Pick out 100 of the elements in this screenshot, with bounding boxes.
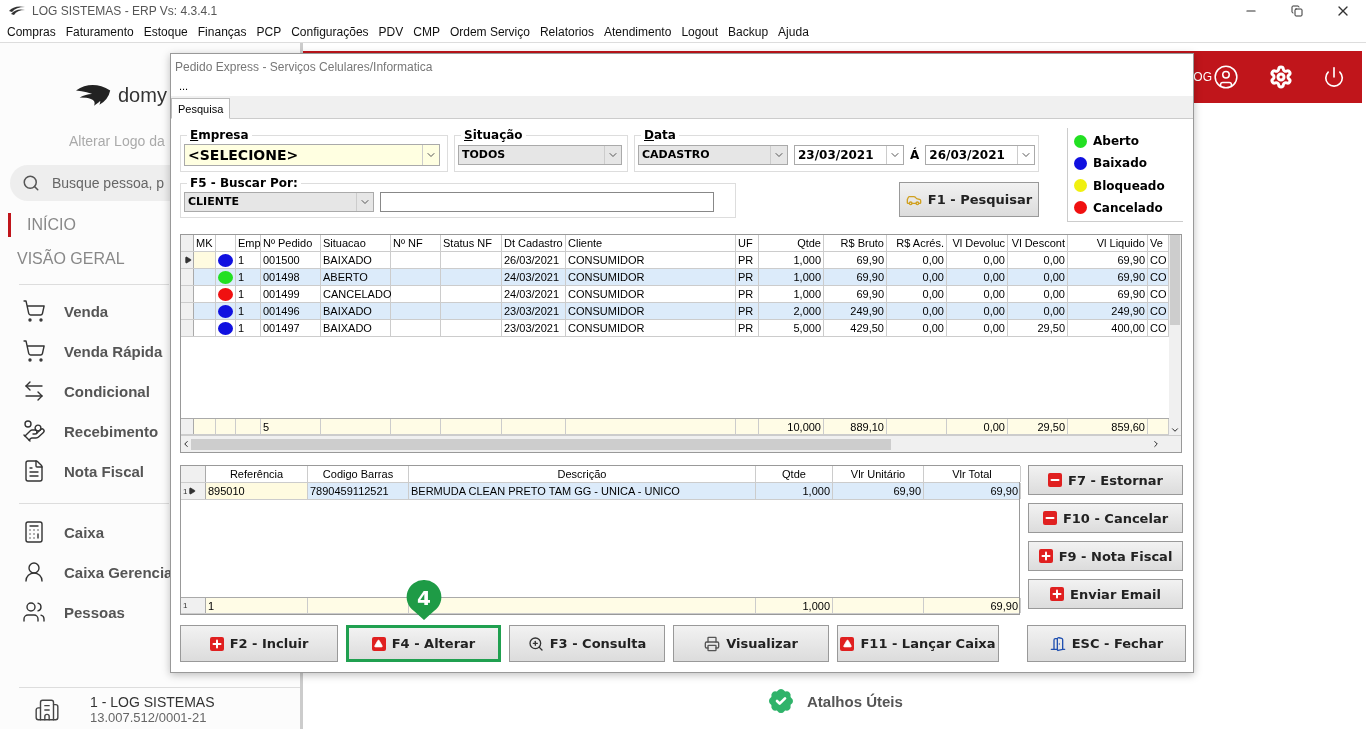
nav-item[interactable]: VISÃO GERAL [8,242,125,276]
menu-item[interactable]: Relatorios [534,25,599,39]
total-cell: 5 [261,419,321,434]
menu-item[interactable]: CMP [408,25,445,39]
table-row[interactable]: 1 001499 CANCELADO 24/03/2021 CONSUMIDOR PR 1,000 69,90 0,00 0,00 0,00 69,90 CO [181,286,1169,303]
user-icon [22,560,46,584]
table-cell: ABERTO [321,269,391,285]
menu-entry[interactable]: Venda [0,291,109,331]
menu-entry[interactable]: Venda Rápida [0,331,163,371]
user-name: OG [1193,70,1212,84]
search-button[interactable]: F1 - Pesquisar [899,182,1039,217]
column-header[interactable]: Cliente [566,235,736,251]
action-button[interactable]: F4 - Alterar [346,625,501,662]
scroll-down-icon[interactable] [1170,425,1180,435]
table-cell: 1 [236,252,261,268]
table-cell: PR [736,252,759,268]
menu-item[interactable]: Atendimento [599,25,677,39]
table-cell: 400,00 [1068,320,1148,336]
menu-item[interactable]: Compras [2,25,61,39]
menu-entry[interactable]: Pessoas [0,592,125,632]
action-button[interactable]: F9 - Nota Fiscal [1028,541,1183,571]
cart-icon [22,299,46,323]
menu-entry[interactable]: Condicional [0,371,150,411]
dropdown[interactable]: CADASTRO [638,144,788,165]
dropdown[interactable]: CLIENTE [184,191,374,212]
row-selector[interactable] [181,252,194,268]
calculator-icon [22,520,46,544]
menu-item[interactable]: Finanças [192,25,252,39]
search-field[interactable]: Busque pessoa, p [10,165,170,201]
action-button[interactable]: F10 - Cancelar [1028,503,1183,533]
column-header[interactable]: Emp [236,235,261,251]
column-header[interactable]: Vl Descont [1008,235,1068,251]
column-header[interactable]: Nº NF [391,235,441,251]
menu-item[interactable]: Faturamento [60,25,139,39]
row-selector[interactable]: 1 [181,483,206,499]
table-cell: 69,90 [824,269,887,285]
menu-item[interactable]: Configurações [286,25,374,39]
dropdown[interactable]: TODOS [458,144,622,165]
menu-item[interactable]: PDV [373,25,409,39]
total-cell: 859,60 [1068,419,1148,434]
logo-text: domy [118,83,167,107]
table-cell: 0,00 [947,269,1008,285]
action-button[interactable]: F7 - Estornar [1028,465,1183,495]
menu-entry[interactable]: Caixa [0,512,105,552]
column-header[interactable]: Situacao [321,235,391,251]
table-cell: 1,000 [756,483,833,499]
column-header[interactable]: Nº Pedido [261,235,321,251]
menu-entry[interactable]: Recebimento [0,411,159,451]
menu-item[interactable]: Ordem Serviço [444,25,535,39]
action-button[interactable]: F11 - Lançar Caixa [837,625,999,662]
table-cell: 0,00 [947,286,1008,302]
action-button[interactable]: F2 - Incluir [180,625,338,662]
table-cell: BAIXADO [321,303,391,319]
table-cell: BAIXADO [321,320,391,336]
menu-item[interactable]: ... [179,80,189,96]
window-title: LOG SISTEMAS - ERP Vs: 4.3.4.1 [32,4,218,18]
table-row[interactable]: 1 001496 BAIXADO 23/03/2021 CONSUMIDOR PR 2,000 249,90 0,00 0,00 0,00 249,90 CO [181,303,1169,320]
corner-cell [181,466,206,482]
nav-item[interactable]: INÍCIO [8,213,76,237]
plus-icon [1050,587,1065,601]
menu-item[interactable]: PCP [251,25,287,39]
close-button[interactable]: ESC - Fechar [1027,625,1186,662]
menu-entry[interactable]: Caixa Gerencia [0,552,173,592]
column-header[interactable]: MK [194,235,216,251]
scroll-left-icon[interactable] [181,439,191,449]
total-cell: 29,50 [1008,419,1068,434]
dropdown[interactable]: <SELECIONE> [184,143,440,166]
menu-item[interactable]: Estoque [138,25,193,39]
table-row[interactable]: 1 001497 BAIXADO 23/03/2021 CONSUMIDOR PR 5,000 429,50 0,00 0,00 29,50 400,00 CO [181,320,1169,337]
table-cell: CONSUMIDOR [566,303,736,319]
table-row[interactable]: 1 895010 7890459112521 BERMUDA CLEAN PRETO TAM GG - UNICA - UNICO 1,000 69,90 69,90 [181,483,1019,500]
date-field[interactable]: 26/03/2021 [925,144,1036,165]
door-icon [1049,635,1066,652]
table-row[interactable]: 1 001498 ABERTO 24/03/2021 CONSUMIDOR PR 1,000 69,90 0,00 0,00 0,00 69,90 CO [181,269,1169,286]
column-header[interactable]: UF [736,235,759,251]
power-icon[interactable] [1323,66,1345,88]
action-button[interactable]: Visualizar [673,625,829,662]
column-header[interactable]: Status NF [441,235,502,251]
horizontal-scrollbar[interactable] [181,435,1181,452]
legend-label: Cancelado [1093,200,1163,215]
menu-item[interactable]: Backup [723,25,774,39]
column-header[interactable]: Ve [1148,235,1169,251]
user-icon[interactable] [1213,64,1239,90]
action-button[interactable]: Enviar Email [1028,579,1183,609]
tab[interactable]: Pesquisa [171,98,231,119]
date-field[interactable]: 23/03/2021 [794,144,904,165]
table-cell: 1 [236,320,261,336]
menu-item[interactable]: Ajuda [773,25,814,39]
scroll-right-icon[interactable] [1151,439,1161,449]
column-header[interactable]: Dt Cadastro [502,235,566,251]
vertical-scrollbar[interactable] [1169,235,1181,435]
plus-icon [209,636,224,651]
table-row[interactable]: 1 001500 BAIXADO 26/03/2021 CONSUMIDOR PR 1,000 69,90 0,00 0,00 0,00 69,90 CO [181,252,1169,269]
menu-item[interactable]: Logout [676,25,724,39]
settings-icon[interactable] [1269,65,1293,89]
table-cell: 69,90 [1068,286,1148,302]
menu-entry[interactable]: Nota Fiscal [0,451,145,491]
table-cell: CONSUMIDOR [566,252,736,268]
input-field[interactable] [380,191,714,212]
action-button[interactable]: F3 - Consulta [509,625,665,662]
